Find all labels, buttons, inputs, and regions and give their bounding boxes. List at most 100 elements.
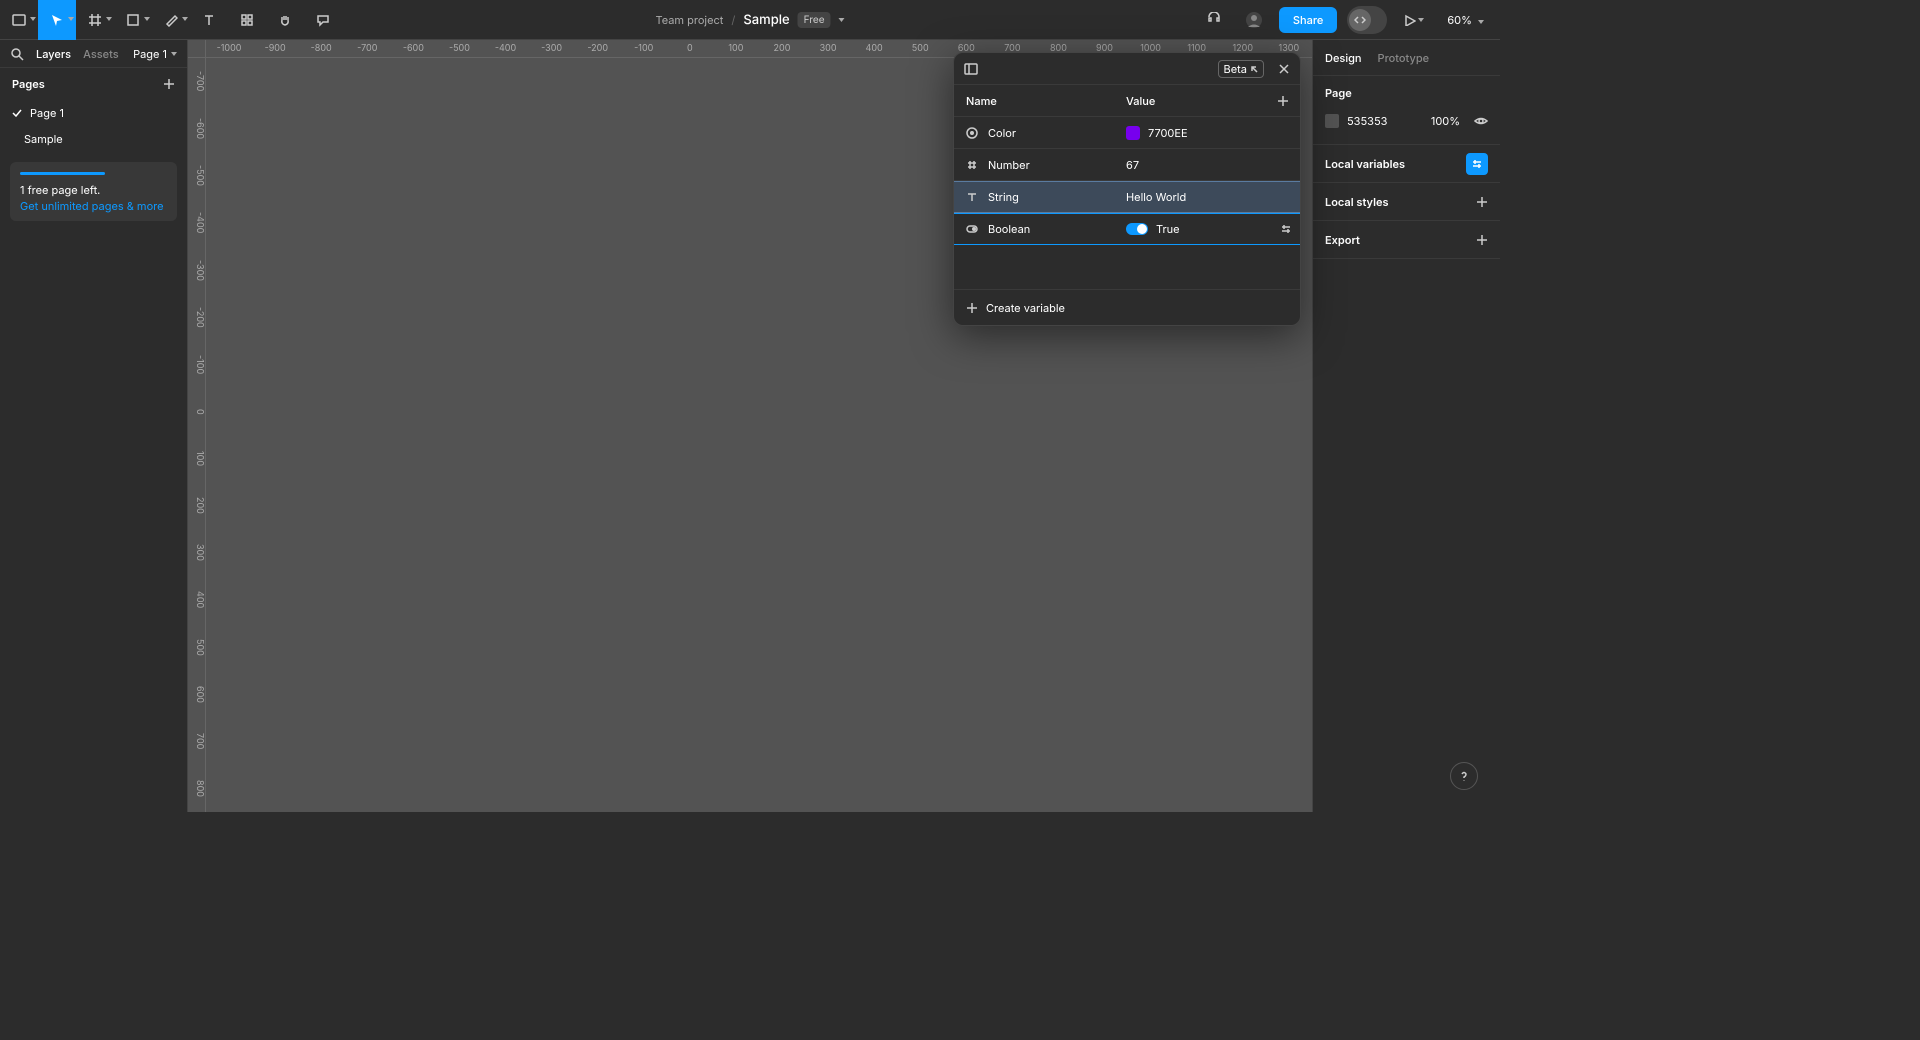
add-style-button[interactable] [1476, 196, 1488, 208]
ruler-tick: -900 [252, 40, 298, 57]
page-row-label: Page 1 [30, 106, 64, 120]
plan-badge: Free [798, 12, 831, 28]
comment-tool-button[interactable] [304, 0, 342, 40]
ruler-tick: 600 [188, 671, 205, 718]
close-button[interactable] [1278, 63, 1290, 75]
ruler-tick: -1000 [206, 40, 252, 57]
page-row[interactable]: Page 1 [0, 100, 187, 126]
ruler-tick: 300 [805, 40, 851, 57]
shape-tool-button[interactable] [114, 0, 152, 40]
main-menu-button[interactable] [0, 0, 38, 40]
zoom-level[interactable]: 60% [1441, 13, 1490, 27]
chevron-down-icon [171, 52, 177, 56]
frame-tool-button[interactable] [76, 0, 114, 40]
search-icon[interactable] [10, 47, 24, 61]
variable-name: Boolean [988, 222, 1030, 236]
local-styles-label: Local styles [1325, 195, 1389, 209]
variable-row-boolean[interactable]: Boolean True [954, 213, 1300, 245]
dev-mode-toggle[interactable] [1347, 6, 1387, 34]
help-icon [1458, 770, 1470, 782]
ruler-tick: -100 [621, 40, 667, 57]
add-export-button[interactable] [1476, 234, 1488, 246]
column-header-value: Value [1114, 94, 1266, 108]
help-button[interactable] [1450, 762, 1478, 790]
background-hex[interactable]: 535353 [1347, 114, 1387, 128]
zoom-value: 60% [1447, 13, 1472, 27]
open-variables-button[interactable] [1466, 153, 1488, 175]
ruler-tick: -700 [188, 58, 205, 105]
ruler-tick: 200 [188, 482, 205, 529]
ruler-tick: -800 [298, 40, 344, 57]
create-variable-button[interactable]: Create variable [986, 301, 1065, 315]
share-button[interactable]: Share [1279, 7, 1337, 33]
color-type-icon [966, 127, 978, 139]
tab-assets[interactable]: Assets [83, 47, 119, 61]
ruler-tick: -200 [188, 294, 205, 341]
ruler-tick: -400 [482, 40, 528, 57]
ruler-tick: 0 [188, 388, 205, 435]
chevron-down-icon [1478, 20, 1484, 24]
color-swatch [1126, 126, 1140, 140]
tab-design[interactable]: Design [1325, 51, 1362, 65]
ruler-corner [188, 40, 206, 58]
ruler-tick: 500 [897, 40, 943, 57]
chevron-down-icon [1418, 18, 1424, 22]
boolean-toggle[interactable] [1126, 223, 1148, 235]
ruler-tick: 800 [188, 765, 205, 812]
ruler-tick: 0 [667, 40, 713, 57]
voice-chat-button[interactable] [1199, 5, 1229, 35]
text-tool-button[interactable] [190, 0, 228, 40]
page-selector[interactable]: Page 1 [133, 47, 177, 61]
resources-tool-button[interactable] [228, 0, 266, 40]
upgrade-promo[interactable]: 1 free page left. Get unlimited pages & … [10, 162, 177, 221]
column-header-name: Name [954, 94, 1114, 108]
ruler-tick: -600 [390, 40, 436, 57]
plus-icon [966, 302, 978, 314]
chevron-down-icon [30, 17, 36, 21]
background-opacity[interactable]: 100% [1431, 114, 1460, 128]
move-tool-button[interactable] [38, 0, 76, 40]
string-type-icon [966, 191, 978, 203]
variable-name: String [988, 190, 1019, 204]
boolean-type-icon [966, 223, 978, 235]
layer-row[interactable]: Sample [0, 126, 187, 152]
export-label: Export [1325, 233, 1360, 247]
ruler-tick: -500 [188, 152, 205, 199]
page-selector-label: Page 1 [133, 47, 167, 61]
visibility-toggle[interactable] [1474, 114, 1488, 128]
hand-tool-button[interactable] [266, 0, 304, 40]
variable-row-color[interactable]: Color 7700EE [954, 117, 1300, 149]
page-section-label: Page [1325, 86, 1488, 100]
promo-line2: Get unlimited pages & more [20, 199, 167, 213]
ruler-tick: -300 [188, 247, 205, 294]
avatar[interactable] [1239, 5, 1269, 35]
edit-variable-button[interactable] [1280, 223, 1292, 235]
variable-value: 7700EE [1148, 126, 1188, 140]
tab-layers[interactable]: Layers [36, 47, 71, 61]
external-link-icon [1250, 65, 1258, 73]
pen-tool-button[interactable] [152, 0, 190, 40]
add-page-button[interactable] [163, 78, 175, 90]
chevron-down-icon [106, 17, 112, 21]
ruler-tick: -300 [529, 40, 575, 57]
ruler-tick: 200 [759, 40, 805, 57]
local-variables-label: Local variables [1325, 157, 1405, 171]
variable-row-number[interactable]: Number 67 [954, 149, 1300, 181]
file-menu-chevron[interactable] [839, 18, 845, 22]
background-swatch[interactable] [1325, 114, 1339, 128]
ruler-tick: 400 [188, 576, 205, 623]
ruler-tick: -200 [575, 40, 621, 57]
check-icon [12, 108, 22, 118]
variable-value: 67 [1126, 158, 1139, 172]
tab-prototype[interactable]: Prototype [1378, 51, 1430, 65]
promo-line1: 1 free page left. [20, 183, 167, 197]
present-button[interactable] [1397, 5, 1431, 35]
file-name[interactable]: Sample [743, 12, 789, 28]
variable-value: True [1156, 222, 1180, 236]
variable-row-string[interactable]: String Hello World [954, 181, 1300, 213]
project-name[interactable]: Team project [655, 13, 723, 27]
beta-badge[interactable]: Beta [1218, 60, 1264, 78]
variables-panel: Beta Name Value Color 7700EE Number 67 S… [953, 52, 1301, 326]
sidebar-toggle-icon[interactable] [964, 62, 978, 76]
add-mode-button[interactable] [1277, 95, 1289, 107]
